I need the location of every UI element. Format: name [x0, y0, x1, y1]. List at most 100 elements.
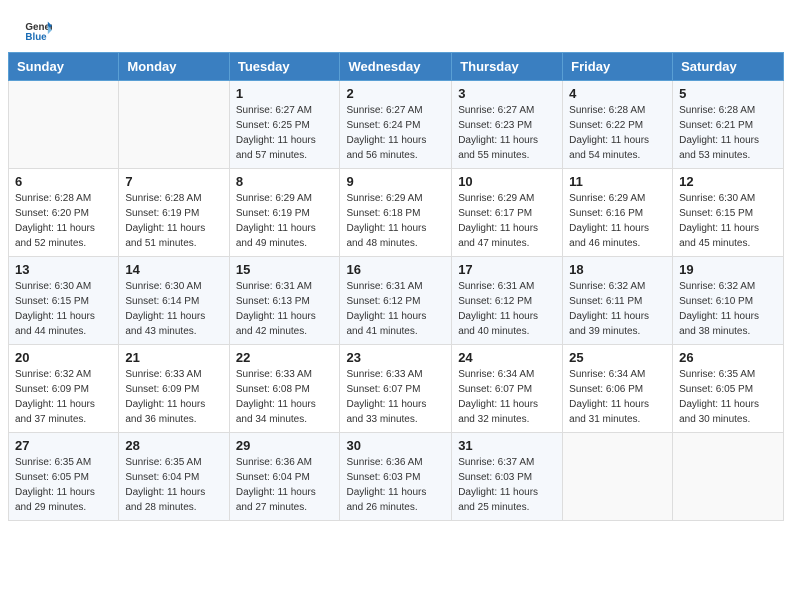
day-info: Sunrise: 6:35 AMSunset: 6:05 PMDaylight:… — [15, 457, 95, 513]
day-number: 7 — [125, 174, 222, 189]
day-number: 1 — [236, 86, 334, 101]
day-info: Sunrise: 6:28 AMSunset: 6:20 PMDaylight:… — [15, 193, 95, 249]
page-header: General Blue — [0, 0, 792, 52]
day-number: 20 — [15, 350, 112, 365]
calendar-cell: 14 Sunrise: 6:30 AMSunset: 6:14 PMDaylig… — [119, 257, 229, 345]
day-info: Sunrise: 6:27 AMSunset: 6:24 PMDaylight:… — [346, 105, 426, 161]
day-info: Sunrise: 6:31 AMSunset: 6:12 PMDaylight:… — [346, 281, 426, 337]
day-number: 18 — [569, 262, 666, 277]
calendar-cell: 22 Sunrise: 6:33 AMSunset: 6:08 PMDaylig… — [229, 345, 340, 433]
calendar-week-3: 13 Sunrise: 6:30 AMSunset: 6:15 PMDaylig… — [9, 257, 784, 345]
day-number: 19 — [679, 262, 777, 277]
calendar-cell: 1 Sunrise: 6:27 AMSunset: 6:25 PMDayligh… — [229, 81, 340, 169]
calendar-cell: 28 Sunrise: 6:35 AMSunset: 6:04 PMDaylig… — [119, 433, 229, 521]
calendar-cell: 7 Sunrise: 6:28 AMSunset: 6:19 PMDayligh… — [119, 169, 229, 257]
calendar-week-1: 1 Sunrise: 6:27 AMSunset: 6:25 PMDayligh… — [9, 81, 784, 169]
logo-icon: General Blue — [24, 16, 52, 44]
day-number: 8 — [236, 174, 334, 189]
day-info: Sunrise: 6:29 AMSunset: 6:18 PMDaylight:… — [346, 193, 426, 249]
calendar-week-4: 20 Sunrise: 6:32 AMSunset: 6:09 PMDaylig… — [9, 345, 784, 433]
calendar-cell: 9 Sunrise: 6:29 AMSunset: 6:18 PMDayligh… — [340, 169, 452, 257]
calendar-cell — [119, 81, 229, 169]
calendar-cell: 2 Sunrise: 6:27 AMSunset: 6:24 PMDayligh… — [340, 81, 452, 169]
weekday-header-wednesday: Wednesday — [340, 53, 452, 81]
day-info: Sunrise: 6:33 AMSunset: 6:09 PMDaylight:… — [125, 369, 205, 425]
weekday-header-sunday: Sunday — [9, 53, 119, 81]
calendar-cell — [673, 433, 784, 521]
day-info: Sunrise: 6:31 AMSunset: 6:12 PMDaylight:… — [458, 281, 538, 337]
calendar-cell: 6 Sunrise: 6:28 AMSunset: 6:20 PMDayligh… — [9, 169, 119, 257]
calendar-cell: 20 Sunrise: 6:32 AMSunset: 6:09 PMDaylig… — [9, 345, 119, 433]
day-info: Sunrise: 6:33 AMSunset: 6:08 PMDaylight:… — [236, 369, 316, 425]
calendar-cell — [563, 433, 673, 521]
day-number: 24 — [458, 350, 556, 365]
calendar-cell: 11 Sunrise: 6:29 AMSunset: 6:16 PMDaylig… — [563, 169, 673, 257]
day-info: Sunrise: 6:28 AMSunset: 6:19 PMDaylight:… — [125, 193, 205, 249]
day-number: 15 — [236, 262, 334, 277]
day-number: 9 — [346, 174, 445, 189]
calendar-cell: 26 Sunrise: 6:35 AMSunset: 6:05 PMDaylig… — [673, 345, 784, 433]
calendar-cell: 12 Sunrise: 6:30 AMSunset: 6:15 PMDaylig… — [673, 169, 784, 257]
day-number: 3 — [458, 86, 556, 101]
weekday-header-thursday: Thursday — [452, 53, 563, 81]
weekday-header-tuesday: Tuesday — [229, 53, 340, 81]
day-info: Sunrise: 6:30 AMSunset: 6:14 PMDaylight:… — [125, 281, 205, 337]
calendar-week-2: 6 Sunrise: 6:28 AMSunset: 6:20 PMDayligh… — [9, 169, 784, 257]
calendar-cell: 19 Sunrise: 6:32 AMSunset: 6:10 PMDaylig… — [673, 257, 784, 345]
calendar-cell: 21 Sunrise: 6:33 AMSunset: 6:09 PMDaylig… — [119, 345, 229, 433]
day-info: Sunrise: 6:33 AMSunset: 6:07 PMDaylight:… — [346, 369, 426, 425]
day-number: 11 — [569, 174, 666, 189]
calendar-cell: 29 Sunrise: 6:36 AMSunset: 6:04 PMDaylig… — [229, 433, 340, 521]
day-info: Sunrise: 6:31 AMSunset: 6:13 PMDaylight:… — [236, 281, 316, 337]
calendar-table: SundayMondayTuesdayWednesdayThursdayFrid… — [8, 52, 784, 521]
calendar-cell: 5 Sunrise: 6:28 AMSunset: 6:21 PMDayligh… — [673, 81, 784, 169]
day-info: Sunrise: 6:28 AMSunset: 6:21 PMDaylight:… — [679, 105, 759, 161]
calendar-week-5: 27 Sunrise: 6:35 AMSunset: 6:05 PMDaylig… — [9, 433, 784, 521]
day-number: 21 — [125, 350, 222, 365]
day-number: 5 — [679, 86, 777, 101]
day-info: Sunrise: 6:32 AMSunset: 6:10 PMDaylight:… — [679, 281, 759, 337]
calendar-cell: 25 Sunrise: 6:34 AMSunset: 6:06 PMDaylig… — [563, 345, 673, 433]
day-number: 17 — [458, 262, 556, 277]
day-info: Sunrise: 6:36 AMSunset: 6:03 PMDaylight:… — [346, 457, 426, 513]
day-number: 13 — [15, 262, 112, 277]
day-number: 26 — [679, 350, 777, 365]
day-number: 16 — [346, 262, 445, 277]
day-info: Sunrise: 6:35 AMSunset: 6:04 PMDaylight:… — [125, 457, 205, 513]
day-info: Sunrise: 6:29 AMSunset: 6:19 PMDaylight:… — [236, 193, 316, 249]
calendar-cell: 8 Sunrise: 6:29 AMSunset: 6:19 PMDayligh… — [229, 169, 340, 257]
calendar-cell: 13 Sunrise: 6:30 AMSunset: 6:15 PMDaylig… — [9, 257, 119, 345]
day-info: Sunrise: 6:37 AMSunset: 6:03 PMDaylight:… — [458, 457, 538, 513]
day-info: Sunrise: 6:34 AMSunset: 6:06 PMDaylight:… — [569, 369, 649, 425]
calendar-cell: 27 Sunrise: 6:35 AMSunset: 6:05 PMDaylig… — [9, 433, 119, 521]
day-info: Sunrise: 6:27 AMSunset: 6:25 PMDaylight:… — [236, 105, 316, 161]
calendar-cell: 18 Sunrise: 6:32 AMSunset: 6:11 PMDaylig… — [563, 257, 673, 345]
day-number: 12 — [679, 174, 777, 189]
day-number: 31 — [458, 438, 556, 453]
calendar-cell: 3 Sunrise: 6:27 AMSunset: 6:23 PMDayligh… — [452, 81, 563, 169]
day-number: 30 — [346, 438, 445, 453]
calendar-cell: 23 Sunrise: 6:33 AMSunset: 6:07 PMDaylig… — [340, 345, 452, 433]
weekday-header-friday: Friday — [563, 53, 673, 81]
day-info: Sunrise: 6:28 AMSunset: 6:22 PMDaylight:… — [569, 105, 649, 161]
weekday-header-saturday: Saturday — [673, 53, 784, 81]
calendar-cell: 4 Sunrise: 6:28 AMSunset: 6:22 PMDayligh… — [563, 81, 673, 169]
calendar-cell: 10 Sunrise: 6:29 AMSunset: 6:17 PMDaylig… — [452, 169, 563, 257]
weekday-header-monday: Monday — [119, 53, 229, 81]
day-number: 14 — [125, 262, 222, 277]
day-number: 28 — [125, 438, 222, 453]
day-info: Sunrise: 6:29 AMSunset: 6:17 PMDaylight:… — [458, 193, 538, 249]
calendar-cell — [9, 81, 119, 169]
day-number: 25 — [569, 350, 666, 365]
day-info: Sunrise: 6:30 AMSunset: 6:15 PMDaylight:… — [15, 281, 95, 337]
day-info: Sunrise: 6:35 AMSunset: 6:05 PMDaylight:… — [679, 369, 759, 425]
day-number: 4 — [569, 86, 666, 101]
day-info: Sunrise: 6:30 AMSunset: 6:15 PMDaylight:… — [679, 193, 759, 249]
day-number: 29 — [236, 438, 334, 453]
calendar-cell: 24 Sunrise: 6:34 AMSunset: 6:07 PMDaylig… — [452, 345, 563, 433]
weekday-header-row: SundayMondayTuesdayWednesdayThursdayFrid… — [9, 53, 784, 81]
day-number: 2 — [346, 86, 445, 101]
logo: General Blue — [24, 16, 52, 44]
day-number: 23 — [346, 350, 445, 365]
calendar-header: SundayMondayTuesdayWednesdayThursdayFrid… — [9, 53, 784, 81]
